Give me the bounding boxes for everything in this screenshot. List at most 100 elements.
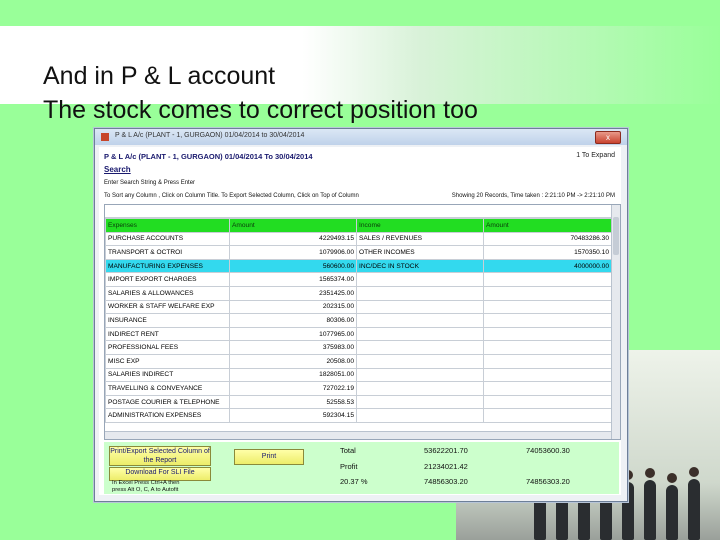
- account-name-cell[interactable]: SALES / REVENUES: [356, 231, 484, 247]
- profit-label: Profit: [340, 462, 358, 471]
- account-name-cell[interactable]: [356, 367, 484, 383]
- account-name-cell[interactable]: MANUFACTURING EXPENSES: [105, 258, 230, 274]
- account-name-cell[interactable]: ADMINISTRATION EXPENSES: [105, 408, 230, 423]
- table-row[interactable]: POSTAGE COURIER & TELEPHONE 52558.53: [105, 394, 612, 410]
- percent-income: 74856303.20: [526, 477, 570, 486]
- print-export-selected-button[interactable]: Print/Export Selected Column of the Repo…: [109, 446, 211, 466]
- table-row[interactable]: PURCHASE ACCOUNTS 4229493.15 SALES / REVEN…: [105, 231, 612, 247]
- column-export-row[interactable]: [105, 205, 611, 218]
- amount-cell[interactable]: 2351425.00: [229, 285, 357, 301]
- amount-cell[interactable]: 1570350.10: [483, 245, 612, 260]
- account-name-cell[interactable]: INDIRECT RENT: [105, 326, 230, 342]
- account-name-cell[interactable]: PROFESSIONAL FEES: [105, 340, 230, 355]
- amount-cell[interactable]: 1565374.00: [229, 272, 357, 287]
- table-row[interactable]: INSURANCE 80306.00: [105, 313, 612, 328]
- account-name-cell[interactable]: TRANSPORT & OCTROI: [105, 245, 230, 260]
- amount-cell[interactable]: 52558.53: [229, 394, 357, 410]
- account-name-cell[interactable]: [356, 326, 484, 342]
- slide-header: And in P & L account The stock comes to …: [0, 26, 720, 124]
- table-row[interactable]: TRAVELLING & CONVEYANCE 727022.19: [105, 381, 612, 396]
- account-name-cell[interactable]: SALARIES INDIRECT: [105, 367, 230, 383]
- scrollbar-thumb[interactable]: [613, 217, 619, 255]
- amount-cell[interactable]: 70483286.30: [483, 231, 612, 247]
- amount-cell[interactable]: [483, 367, 612, 383]
- column-header-amount[interactable]: Amount: [483, 218, 612, 233]
- table-row[interactable]: PROFESSIONAL FEES 375983.00: [105, 340, 612, 355]
- download-sli-button[interactable]: Download For SLI File: [109, 467, 211, 481]
- account-name-cell[interactable]: INC/DEC IN STOCK: [356, 258, 484, 274]
- table-row[interactable]: IMPORT EXPORT CHARGES 1565374.00: [105, 272, 612, 287]
- amount-cell[interactable]: [483, 340, 612, 355]
- table-row[interactable]: MANUFACTURING EXPENSES 560600.00 INC/DEC I…: [105, 258, 612, 274]
- account-name-cell[interactable]: [356, 340, 484, 355]
- slide-title-line-2: The stock comes to correct position too: [43, 96, 478, 124]
- account-name-cell[interactable]: INSURANCE: [105, 313, 230, 328]
- amount-cell[interactable]: 1828051.00: [229, 367, 357, 383]
- expand-hint: 1 To Expand: [576, 152, 615, 159]
- amount-cell[interactable]: 1077965.00: [229, 326, 357, 342]
- amount-cell[interactable]: 592304.15: [229, 408, 357, 423]
- search-instruction: Enter Search String & Press Enter: [104, 180, 196, 186]
- print-button[interactable]: Print: [234, 449, 304, 465]
- amount-cell[interactable]: 560600.00: [229, 258, 357, 274]
- table-row[interactable]: SALARIES INDIRECT 1828051.00: [105, 367, 612, 383]
- amount-cell[interactable]: [483, 272, 612, 287]
- table-row[interactable]: TRANSPORT & OCTROI 1079906.00 OTHER INCOME…: [105, 245, 612, 260]
- pl-table: Expenses Amount Income Amount PURCHASE A…: [105, 218, 612, 423]
- report-title: P & L A/c (PLANT - 1, GURGAON) 01/04/201…: [104, 152, 313, 161]
- amount-cell[interactable]: [483, 326, 612, 342]
- account-name-cell[interactable]: SALARIES & ALLOWANCES: [105, 285, 230, 301]
- report-footer: Print/Export Selected Column of the Repo…: [104, 442, 619, 494]
- amount-cell[interactable]: 1079906.00: [229, 245, 357, 260]
- window-title: P & L A/c (PLANT - 1, GURGAON) 01/04/201…: [115, 132, 305, 139]
- table-row[interactable]: SALARIES & ALLOWANCES 2351425.00: [105, 285, 612, 301]
- table-row[interactable]: WORKER & STAFF WELFARE EXP 202315.00: [105, 299, 612, 315]
- account-name-cell[interactable]: IMPORT EXPORT CHARGES: [105, 272, 230, 287]
- amount-cell[interactable]: 4000000.00: [483, 258, 612, 274]
- account-name-cell[interactable]: [356, 272, 484, 287]
- percent-expense: 74856303.20: [424, 477, 468, 486]
- amount-cell[interactable]: [483, 353, 612, 369]
- amount-cell[interactable]: 202315.00: [229, 299, 357, 315]
- account-name-cell[interactable]: [356, 394, 484, 410]
- total-label: Total: [340, 446, 356, 455]
- table-row[interactable]: INDIRECT RENT 1077965.00: [105, 326, 612, 342]
- amount-cell[interactable]: 20508.00: [229, 353, 357, 369]
- search-link[interactable]: Search: [104, 165, 131, 174]
- window-titlebar[interactable]: P & L A/c (PLANT - 1, GURGAON) 01/04/201…: [95, 129, 627, 145]
- account-name-cell[interactable]: [356, 353, 484, 369]
- amount-cell[interactable]: [483, 394, 612, 410]
- app-icon: [101, 133, 109, 141]
- amount-cell[interactable]: [483, 313, 612, 328]
- horizontal-scrollbar[interactable]: [105, 431, 611, 439]
- account-name-cell[interactable]: [356, 313, 484, 328]
- amount-cell[interactable]: 727022.19: [229, 381, 357, 396]
- account-name-cell[interactable]: [356, 285, 484, 301]
- amount-cell[interactable]: 4229493.15: [229, 231, 357, 247]
- profit-value: 21234021.42: [424, 462, 468, 471]
- account-name-cell[interactable]: MISC EXP: [105, 353, 230, 369]
- amount-cell[interactable]: 80306.00: [229, 313, 357, 328]
- amount-cell[interactable]: [483, 408, 612, 423]
- account-name-cell[interactable]: TRAVELLING & CONVEYANCE: [105, 381, 230, 396]
- account-name-cell[interactable]: [356, 299, 484, 315]
- amount-cell[interactable]: [483, 285, 612, 301]
- column-header-amount[interactable]: Amount: [229, 218, 357, 233]
- table-row[interactable]: MISC EXP 20508.00: [105, 353, 612, 369]
- amount-cell[interactable]: [483, 381, 612, 396]
- amount-cell[interactable]: 375983.00: [229, 340, 357, 355]
- excel-note: In Excel Press Ctrl+A then press Alt O, …: [112, 480, 180, 494]
- vertical-scrollbar[interactable]: [611, 205, 620, 439]
- close-button[interactable]: x: [595, 131, 621, 144]
- account-name-cell[interactable]: [356, 408, 484, 423]
- account-name-cell[interactable]: POSTAGE COURIER & TELEPHONE: [105, 394, 230, 410]
- account-name-cell[interactable]: [356, 381, 484, 396]
- pl-grid: Expenses Amount Income Amount PURCHASE A…: [104, 204, 621, 440]
- account-name-cell[interactable]: PURCHASE ACCOUNTS: [105, 231, 230, 247]
- account-name-cell[interactable]: OTHER INCOMES: [356, 245, 484, 260]
- column-header-expenses[interactable]: Expenses: [105, 218, 230, 233]
- column-header-income[interactable]: Income: [356, 218, 484, 233]
- table-row[interactable]: ADMINISTRATION EXPENSES 592304.15: [105, 408, 612, 423]
- account-name-cell[interactable]: WORKER & STAFF WELFARE EXP: [105, 299, 230, 315]
- amount-cell[interactable]: [483, 299, 612, 315]
